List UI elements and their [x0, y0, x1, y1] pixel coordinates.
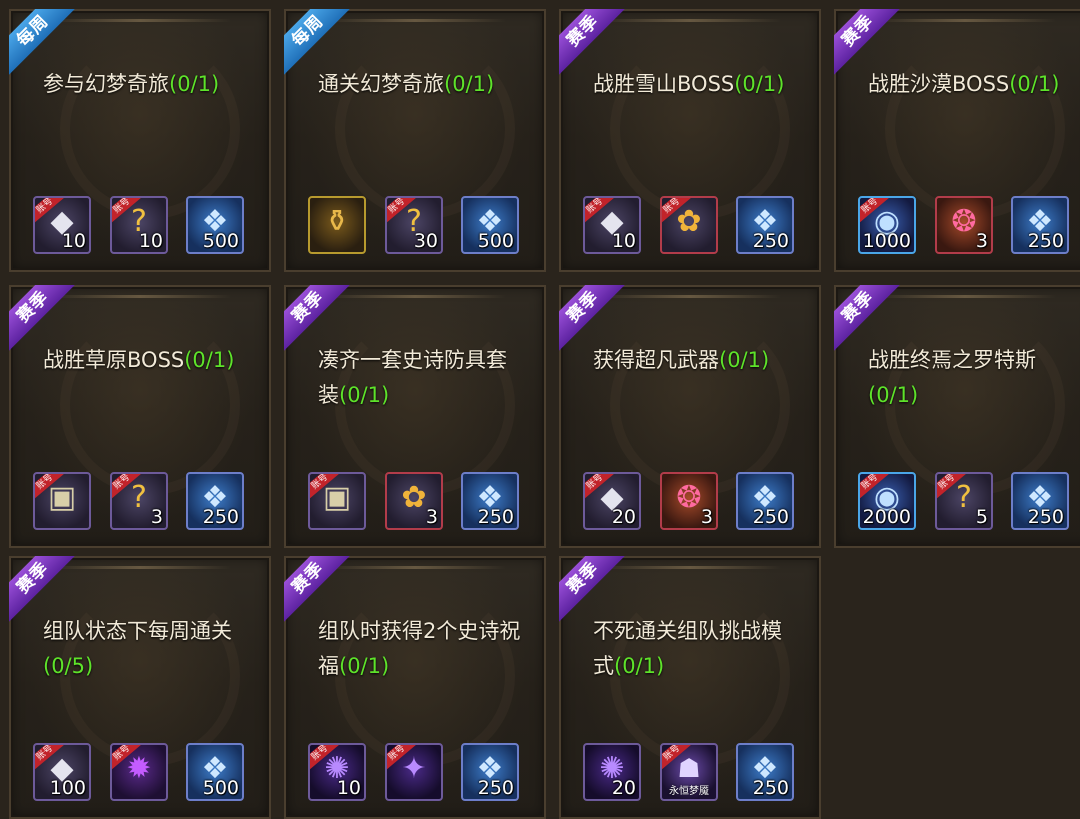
reward-crystal-item[interactable]: ❖ 250 — [186, 472, 244, 530]
reward-swirl-item[interactable]: 账号 ✺ 10 — [308, 743, 366, 801]
reward-mystery-box-item[interactable]: 账号? 3 — [110, 472, 168, 530]
reward-swirl-item[interactable]: ✺ 20 — [583, 743, 641, 801]
task-progress: (0/1) — [868, 383, 919, 407]
task-title: 获得超凡武器(0/1) — [593, 348, 770, 372]
task-progress: (0/1) — [169, 72, 220, 96]
achievement-grid: 每周 参与幻梦奇旅(0/1) 账号 ◆ 10 账号? 10 ❖ 500 每周 通关幻梦奇… — [0, 0, 1080, 819]
chest-icon: ▣ — [322, 480, 352, 515]
reward-crystal-item[interactable]: ❖ 500 — [461, 196, 519, 254]
reward-scroll-item[interactable]: ✿ 3 — [385, 472, 443, 530]
reward-list: ⚱ 账号? 30 ❖ 500 — [300, 196, 530, 258]
reward-list: 账号 ◆ 20 ❂ 3 ❖ 250 — [575, 472, 805, 534]
reward-list: 账号 ◉ 2000 账号? 5 ❖ 250 — [850, 472, 1080, 534]
reward-list: ✺ 20 账号 ☗ 永恒梦魇 ❖ 250 — [575, 743, 805, 805]
task-title: 战胜终焉之罗特斯(0/1) — [868, 348, 1036, 407]
task-title: 战胜沙漠BOSS(0/1) — [868, 72, 1060, 96]
scroll-icon: ✿ — [676, 204, 702, 239]
task-card[interactable]: 每周 通关幻梦奇旅(0/1) ⚱ 账号? 30 ❖ 500 — [284, 9, 546, 272]
task-title: 战胜草原BOSS(0/1) — [43, 348, 235, 372]
task-progress: (0/1) — [184, 348, 235, 372]
reward-title-card-item[interactable]: 账号 ☗ 永恒梦魇 — [660, 743, 718, 801]
task-card[interactable]: 赛季 组队状态下每周通关(0/5) 账号 ◆ 100 账号 ✹ ❖ 500 — [9, 556, 271, 819]
reward-gem-item[interactable]: ❂ 3 — [935, 196, 993, 254]
reward-gem-item[interactable]: ❂ 3 — [660, 472, 718, 530]
reward-chest-item[interactable]: 账号 ▣ — [33, 472, 91, 530]
task-title: 组队状态下每周通关(0/5) — [43, 619, 232, 678]
reward-crystal-item[interactable]: ❖ 250 — [736, 196, 794, 254]
task-card[interactable]: 赛季 战胜雪山BOSS(0/1) 账号 ◆ 10 账号 ✿ ❖ 250 — [559, 9, 821, 272]
reward-diamond-item[interactable]: 账号 ◆ 10 — [583, 196, 641, 254]
reward-crystal-item[interactable]: ❖ 250 — [1011, 196, 1069, 254]
reward-crystal-item[interactable]: ❖ 500 — [186, 196, 244, 254]
reward-chest-item[interactable]: 账号 ▣ — [308, 472, 366, 530]
reward-orb-item[interactable]: 账号 ◉ 1000 — [858, 196, 916, 254]
reward-list: 账号 ▣ 账号? 3 ❖ 250 — [25, 472, 255, 534]
reward-mystery-box-item[interactable]: 账号? 5 — [935, 472, 993, 530]
urn-icon: ⚱ — [324, 204, 350, 239]
task-card[interactable]: 赛季 战胜沙漠BOSS(0/1) 账号 ◉ 1000 ❂ 3 ❖ 250 — [834, 9, 1080, 272]
reward-crystal-item[interactable]: ❖ 250 — [1011, 472, 1069, 530]
reward-diamond-item[interactable]: 账号 ◆ 20 — [583, 472, 641, 530]
task-progress: (0/1) — [719, 348, 770, 372]
task-card[interactable]: 赛季 凑齐一套史诗防具套装(0/1) 账号 ▣ ✿ 3 ❖ 250 — [284, 285, 546, 548]
portal-icon: ✦ — [401, 751, 427, 786]
task-title: 组队时获得2个史诗祝福(0/1) — [318, 619, 521, 678]
chest-icon: ▣ — [47, 480, 77, 515]
task-progress: (0/1) — [734, 72, 785, 96]
task-card[interactable]: 赛季 获得超凡武器(0/1) 账号 ◆ 20 ❂ 3 ❖ 250 — [559, 285, 821, 548]
task-title: 通关幻梦奇旅(0/1) — [318, 72, 495, 96]
reward-crystal-item[interactable]: ❖ 250 — [461, 743, 519, 801]
reward-list: 账号 ◆ 10 账号 ✿ ❖ 250 — [575, 196, 805, 258]
creature-icon: ✹ — [126, 751, 152, 786]
reward-crystal-item[interactable]: ❖ 500 — [186, 743, 244, 801]
task-progress: (0/1) — [339, 654, 390, 678]
reward-orb-item[interactable]: 账号 ◉ 2000 — [858, 472, 916, 530]
task-title: 凑齐一套史诗防具套装(0/1) — [318, 348, 507, 407]
task-title: 参与幻梦奇旅(0/1) — [43, 72, 220, 96]
reward-list: 账号 ✺ 10 账号 ✦ ❖ 250 — [300, 743, 530, 805]
reward-diamond-item[interactable]: 账号 ◆ 10 — [33, 196, 91, 254]
reward-mystery-box-item[interactable]: 账号? 30 — [385, 196, 443, 254]
reward-diamond-item[interactable]: 账号 ◆ 100 — [33, 743, 91, 801]
task-card[interactable]: 赛季 组队时获得2个史诗祝福(0/1) 账号 ✺ 10 账号 ✦ ❖ 250 — [284, 556, 546, 819]
reward-list: 账号 ◆ 10 账号? 10 ❖ 500 — [25, 196, 255, 258]
reward-crystal-item[interactable]: ❖ 250 — [461, 472, 519, 530]
task-card[interactable]: 赛季 不死通关组队挑战模式(0/1) ✺ 20 账号 ☗ 永恒梦魇 ❖ 250 — [559, 556, 821, 819]
reward-mystery-box-item[interactable]: 账号? 10 — [110, 196, 168, 254]
task-card[interactable]: 每周 参与幻梦奇旅(0/1) 账号 ◆ 10 账号? 10 ❖ 500 — [9, 9, 271, 272]
task-progress: (0/1) — [339, 383, 390, 407]
task-progress: (0/5) — [43, 654, 94, 678]
reward-urn-item[interactable]: ⚱ — [308, 196, 366, 254]
reward-subtext: 永恒梦魇 — [669, 786, 709, 797]
task-progress: (0/1) — [614, 654, 665, 678]
reward-scroll-item[interactable]: 账号 ✿ — [660, 196, 718, 254]
reward-list: 账号 ▣ ✿ 3 ❖ 250 — [300, 472, 530, 534]
task-title: 不死通关组队挑战模式(0/1) — [593, 619, 782, 678]
reward-creature-item[interactable]: 账号 ✹ — [110, 743, 168, 801]
reward-crystal-item[interactable]: ❖ 250 — [736, 472, 794, 530]
reward-list: 账号 ◆ 100 账号 ✹ ❖ 500 — [25, 743, 255, 805]
task-title: 战胜雪山BOSS(0/1) — [593, 72, 785, 96]
task-card[interactable]: 赛季 战胜草原BOSS(0/1) 账号 ▣ 账号? 3 ❖ 250 — [9, 285, 271, 548]
task-progress: (0/1) — [444, 72, 495, 96]
task-progress: (0/1) — [1009, 72, 1060, 96]
reward-list: 账号 ◉ 1000 ❂ 3 ❖ 250 — [850, 196, 1080, 258]
reward-portal-item[interactable]: 账号 ✦ — [385, 743, 443, 801]
task-card[interactable]: 赛季 战胜终焉之罗特斯(0/1) 账号 ◉ 2000 账号? 5 ❖ 250 — [834, 285, 1080, 548]
reward-crystal-item[interactable]: ❖ 250 — [736, 743, 794, 801]
